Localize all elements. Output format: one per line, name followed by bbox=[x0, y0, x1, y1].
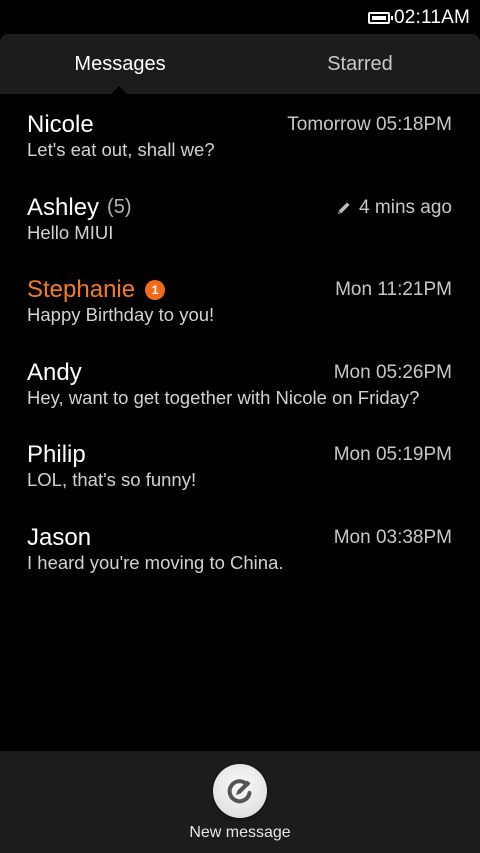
message-row[interactable]: Philip Mon 05:19PM LOL, that's so funny! bbox=[0, 424, 480, 507]
message-snippet: Happy Birthday to you! bbox=[27, 304, 215, 326]
status-bar: 02:11AM bbox=[0, 0, 480, 34]
message-header: Stephanie 1 Mon 11:21PM bbox=[27, 275, 452, 305]
message-snippet: LOL, that's so funny! bbox=[27, 469, 197, 491]
sender-name: Jason bbox=[27, 523, 92, 551]
message-snippet: I heard you're moving to China. bbox=[27, 551, 284, 573]
sender-name: Andy bbox=[27, 358, 82, 386]
message-row[interactable]: Ashley (5) 4 mins ago Hello MIUI bbox=[0, 177, 480, 260]
message-row[interactable]: Nicole Tomorrow 05:18PM Let's eat out, s… bbox=[0, 94, 480, 177]
message-snippet: Hello MIUI bbox=[27, 221, 114, 243]
message-snippet: Let's eat out, shall we? bbox=[27, 139, 215, 160]
message-row[interactable]: Andy Mon 05:26PM Hey, want to get togeth… bbox=[0, 342, 480, 425]
message-header: Nicole Tomorrow 05:18PM bbox=[27, 110, 452, 140]
tab-starred-label: Starred bbox=[327, 52, 393, 75]
compose-icon bbox=[227, 779, 252, 804]
message-count: (5) bbox=[107, 196, 132, 219]
tab-messages-label: Messages bbox=[74, 52, 166, 75]
message-timestamp: Mon 05:19PM bbox=[333, 444, 452, 466]
new-message-label[interactable]: New message bbox=[0, 824, 480, 842]
status-right: 02:11AM bbox=[367, 6, 470, 30]
active-tab-indicator bbox=[111, 86, 127, 94]
new-message-button[interactable] bbox=[213, 764, 267, 818]
tab-bar: Messages Starred bbox=[0, 34, 480, 94]
message-list: Nicole Tomorrow 05:18PM Let's eat out, s… bbox=[0, 94, 480, 590]
messaging-screen: 02:11AM Messages Starred Nicole Tomorrow… bbox=[0, 0, 480, 853]
sender-name: Ashley bbox=[27, 193, 100, 221]
message-row[interactable]: Jason Mon 03:38PM I heard you're moving … bbox=[0, 507, 480, 590]
battery-icon bbox=[367, 12, 393, 24]
unread-badge: 1 bbox=[145, 280, 166, 301]
message-timestamp: Mon 11:21PM bbox=[335, 279, 452, 301]
tab-starred[interactable]: Starred bbox=[240, 34, 480, 94]
sender-name: Stephanie bbox=[27, 276, 136, 304]
message-timestamp: Mon 03:38PM bbox=[333, 526, 452, 548]
bottom-bar: New message bbox=[0, 751, 480, 853]
sender-name: Nicole bbox=[27, 111, 94, 138]
message-timestamp: Tomorrow 05:18PM bbox=[287, 114, 452, 135]
message-snippet: Hey, want to get together with Nicole on… bbox=[27, 386, 420, 408]
message-header: Andy Mon 05:26PM bbox=[27, 358, 452, 388]
status-clock: 02:11AM bbox=[393, 7, 470, 28]
message-row[interactable]: Stephanie 1 Mon 11:21PM Happy Birthday t… bbox=[0, 259, 480, 342]
message-header: Jason Mon 03:38PM bbox=[27, 523, 452, 553]
sender-name: Philip bbox=[27, 441, 86, 469]
message-timestamp: Mon 05:26PM bbox=[333, 361, 452, 383]
draft-pencil-icon bbox=[338, 202, 350, 214]
message-header: Ashley (5) 4 mins ago bbox=[27, 193, 452, 223]
message-timestamp: 4 mins ago bbox=[359, 196, 452, 218]
tab-messages[interactable]: Messages bbox=[0, 34, 240, 94]
message-header: Philip Mon 05:19PM bbox=[27, 440, 452, 470]
